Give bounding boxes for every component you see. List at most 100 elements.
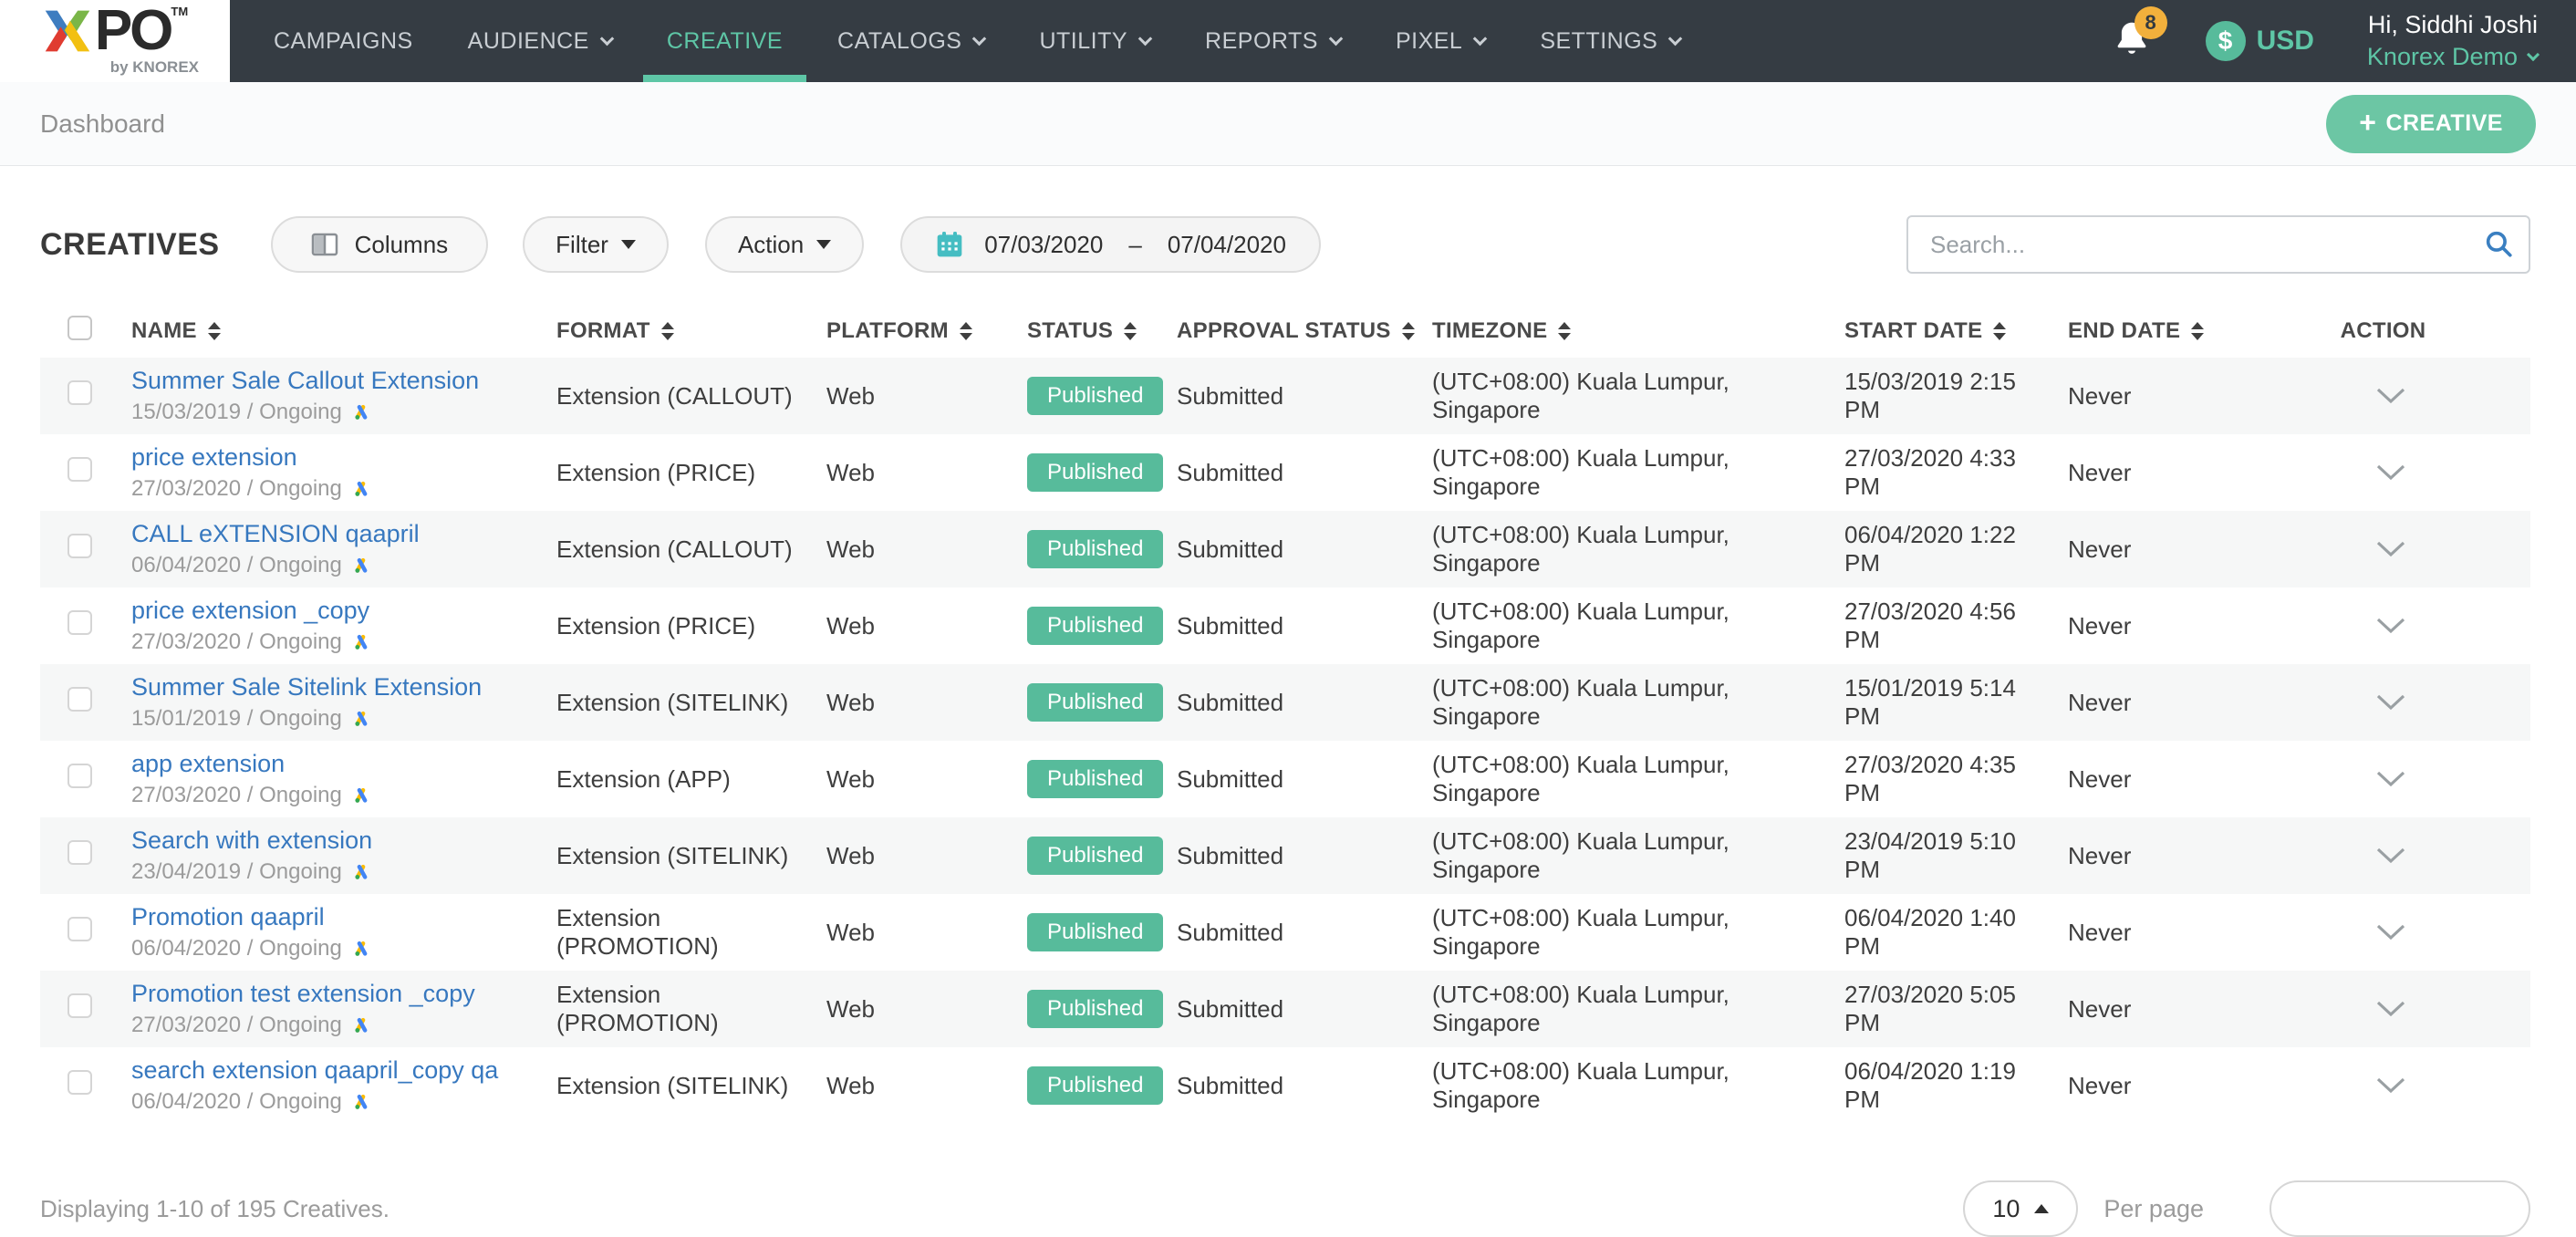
platform-cell: Web bbox=[826, 689, 1027, 717]
row-checkbox[interactable] bbox=[68, 534, 92, 558]
nav-item[interactable]: CAMPAIGNS bbox=[246, 0, 441, 82]
creative-name-link[interactable]: price extension _copy bbox=[131, 597, 369, 625]
row-checkbox-cell bbox=[40, 917, 131, 948]
column-header[interactable]: START DATE bbox=[1844, 318, 2068, 344]
timezone-cell: (UTC+08:00) Kuala Lumpur, Singapore bbox=[1432, 444, 1844, 501]
row-checkbox[interactable] bbox=[68, 1070, 92, 1095]
xpo-logo-wordmark: PO TM bbox=[42, 5, 188, 57]
sort-icon[interactable] bbox=[1558, 322, 1571, 340]
columns-button[interactable]: Columns bbox=[271, 216, 489, 273]
column-header[interactable]: PLATFORM bbox=[826, 318, 1027, 344]
expand-row-chevron-icon[interactable] bbox=[2374, 1000, 2407, 1018]
expand-row-chevron-icon[interactable] bbox=[2374, 617, 2407, 635]
status-badge: Published bbox=[1027, 377, 1163, 415]
notifications-button[interactable]: 8 bbox=[2111, 17, 2153, 66]
nav-item[interactable]: CREATIVE bbox=[639, 0, 810, 82]
row-checkbox[interactable] bbox=[68, 457, 92, 482]
row-checkbox-cell bbox=[40, 1070, 131, 1101]
creative-name-link[interactable]: CALL eXTENSION qaapril bbox=[131, 520, 420, 548]
nav-item[interactable]: AUDIENCE bbox=[441, 0, 639, 82]
brand-text: PO bbox=[95, 5, 171, 57]
action-button[interactable]: Action bbox=[705, 216, 864, 273]
creative-name-link[interactable]: Promotion qaapril bbox=[131, 903, 325, 931]
nav-item[interactable]: SETTINGS bbox=[1512, 0, 1708, 82]
row-checkbox[interactable] bbox=[68, 764, 92, 788]
table-row: app extension 27/03/2020 / Ongoing Exten… bbox=[40, 741, 2530, 817]
per-page-selector[interactable]: 10 bbox=[1963, 1180, 2078, 1237]
column-header[interactable]: STATUS bbox=[1027, 318, 1177, 344]
creative-name-link[interactable]: Summer Sale Callout Extension bbox=[131, 367, 479, 395]
expand-row-chevron-icon[interactable] bbox=[2374, 847, 2407, 865]
select-all-checkbox[interactable] bbox=[68, 316, 92, 340]
creative-name-link[interactable]: price extension bbox=[131, 443, 297, 472]
column-header[interactable]: FORMAT bbox=[556, 318, 826, 344]
currency-selector[interactable]: $ USD bbox=[2206, 21, 2314, 61]
expand-row-chevron-icon[interactable] bbox=[2374, 540, 2407, 558]
end-date-cell: Never bbox=[2068, 765, 2250, 794]
expand-row-chevron-icon[interactable] bbox=[2374, 387, 2407, 405]
column-header[interactable]: TIMEZONE bbox=[1432, 318, 1844, 344]
nav-item[interactable]: UTILITY bbox=[1012, 0, 1178, 82]
page: PO TM by KNOREX CAMPAIGNS AUDIENCE CREAT… bbox=[0, 0, 2576, 1221]
table-footer: Displaying 1-10 of 195 Creatives. 10 Per… bbox=[40, 1180, 2530, 1237]
brand-byline: by KNOREX bbox=[110, 58, 199, 77]
column-header[interactable]: NAME bbox=[131, 318, 556, 344]
start-date-cell: 15/01/2019 5:14 PM bbox=[1844, 674, 2068, 731]
creative-name-link[interactable]: app extension bbox=[131, 750, 285, 778]
column-header[interactable]: END DATE bbox=[2068, 318, 2250, 344]
expand-row-chevron-icon[interactable] bbox=[2374, 693, 2407, 712]
expand-row-chevron-icon[interactable] bbox=[2374, 1076, 2407, 1095]
creative-schedule-text: 27/03/2020 / Ongoing bbox=[131, 476, 342, 502]
sort-icon[interactable] bbox=[661, 322, 674, 340]
xpo-logo[interactable]: PO TM by KNOREX bbox=[0, 0, 230, 82]
google-ads-icon bbox=[351, 480, 371, 498]
name-cell: CALL eXTENSION qaapril 06/04/2020 / Ongo… bbox=[131, 511, 556, 587]
creative-name-link[interactable]: Promotion test extension _copy bbox=[131, 980, 475, 1008]
nav-item[interactable]: CATALOGS bbox=[810, 0, 1012, 82]
sort-icon[interactable] bbox=[2191, 322, 2204, 340]
status-cell: Published bbox=[1027, 760, 1177, 798]
creative-schedule-text: 27/03/2020 / Ongoing bbox=[131, 783, 342, 808]
sort-icon[interactable] bbox=[208, 322, 221, 340]
creative-name-link[interactable]: Search with extension bbox=[131, 826, 372, 855]
nav-item[interactable]: PIXEL bbox=[1368, 0, 1512, 82]
creative-name-link[interactable]: search extension qaapril_copy qa bbox=[131, 1056, 498, 1085]
name-cell: Search with extension 23/04/2019 / Ongoi… bbox=[131, 817, 556, 894]
notification-count-badge: 8 bbox=[2135, 6, 2167, 39]
column-header[interactable]: APPROVAL STATUS bbox=[1177, 318, 1432, 344]
row-checkbox[interactable] bbox=[68, 840, 92, 865]
nav-item[interactable]: REPORTS bbox=[1178, 0, 1368, 82]
create-creative-button[interactable]: + CREATIVE bbox=[2326, 95, 2536, 153]
expand-row-chevron-icon[interactable] bbox=[2374, 770, 2407, 788]
column-header[interactable]: ACTION bbox=[2250, 318, 2530, 344]
column-header-label: TIMEZONE bbox=[1432, 318, 1547, 344]
chevron-down-icon bbox=[1668, 31, 1683, 46]
user-menu[interactable]: Hi, Siddhi Joshi Knorex Demo bbox=[2367, 9, 2538, 73]
table-row: Summer Sale Sitelink Extension 15/01/201… bbox=[40, 664, 2530, 741]
start-date-cell: 27/03/2020 5:05 PM bbox=[1844, 981, 2068, 1037]
table-row: search extension qaapril_copy qa 06/04/2… bbox=[40, 1047, 2530, 1124]
expand-row-chevron-icon[interactable] bbox=[2374, 463, 2407, 482]
table-row: price extension 27/03/2020 / Ongoing Ext… bbox=[40, 434, 2530, 511]
sort-icon[interactable] bbox=[1993, 322, 2006, 340]
format-cell: Extension (SITELINK) bbox=[556, 1072, 826, 1100]
format-cell: Extension (SITELINK) bbox=[556, 842, 826, 870]
search-input[interactable] bbox=[1906, 215, 2530, 274]
sort-icon[interactable] bbox=[1402, 322, 1415, 340]
google-ads-icon bbox=[351, 403, 371, 421]
column-header-label: APPROVAL STATUS bbox=[1177, 318, 1391, 344]
row-checkbox[interactable] bbox=[68, 380, 92, 405]
sort-icon[interactable] bbox=[1124, 322, 1137, 340]
expand-row-chevron-icon[interactable] bbox=[2374, 923, 2407, 941]
row-checkbox[interactable] bbox=[68, 687, 92, 712]
sort-icon[interactable] bbox=[960, 322, 972, 340]
format-cell: Extension (PRICE) bbox=[556, 459, 826, 487]
search-icon[interactable] bbox=[2483, 228, 2514, 259]
row-checkbox[interactable] bbox=[68, 993, 92, 1018]
row-checkbox[interactable] bbox=[68, 610, 92, 635]
creative-name-link[interactable]: Summer Sale Sitelink Extension bbox=[131, 673, 482, 702]
status-cell: Published bbox=[1027, 453, 1177, 492]
filter-button[interactable]: Filter bbox=[523, 216, 669, 273]
date-range-picker[interactable]: 07/03/2020 – 07/04/2020 bbox=[900, 216, 1321, 273]
row-checkbox[interactable] bbox=[68, 917, 92, 941]
